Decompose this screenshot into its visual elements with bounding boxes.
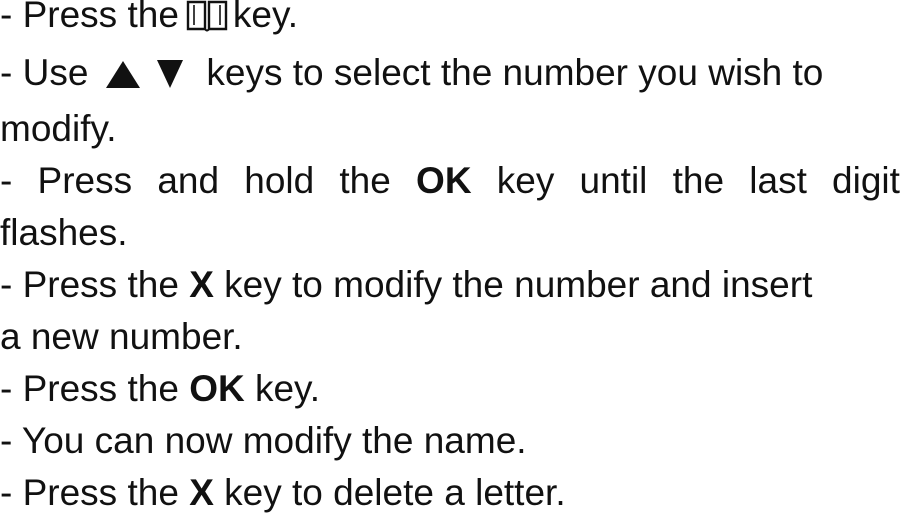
word: Press xyxy=(37,160,133,201)
word: last xyxy=(749,160,807,201)
ok-key-label: OK xyxy=(189,368,245,409)
step-text: - Press the xyxy=(0,368,179,409)
phonebook-key-icon xyxy=(185,0,229,47)
arrow-keys xyxy=(104,47,184,103)
step-continuation: flashes. xyxy=(0,212,128,253)
word: until xyxy=(579,160,648,201)
word: digit xyxy=(832,160,900,201)
step-text: key to delete a letter. xyxy=(224,472,566,513)
step-text: keys to select the number you wish to xyxy=(206,52,824,93)
step-text: - Press the xyxy=(0,264,179,305)
step-press-hold-ok: - Press and hold the OK key until the la… xyxy=(0,155,900,207)
step-continuation: modify. xyxy=(0,108,117,149)
x-key-label: X xyxy=(189,264,214,305)
instruction-list: - Press the key. - Use keys to select the… xyxy=(0,0,904,519)
word: the xyxy=(672,160,725,201)
step-continuation: a new number. xyxy=(0,316,243,357)
x-key-label: X xyxy=(189,472,214,513)
step-text: - Press the xyxy=(0,472,179,513)
word: - xyxy=(0,160,13,201)
word: the xyxy=(339,160,391,201)
step-text: key. xyxy=(254,368,321,409)
down-triangle-icon xyxy=(156,51,184,103)
step-press-ok: - Press the OK key. xyxy=(0,363,904,415)
step-text: - Use xyxy=(0,52,89,93)
word: hold xyxy=(244,160,315,201)
step-text: key to modify the number and insert xyxy=(224,264,813,305)
word: and xyxy=(157,160,220,201)
step-press-phonebook: - Press the key. xyxy=(0,0,904,47)
step-use-arrows: - Use keys to select the number you wish … xyxy=(0,47,904,103)
step-press-x-modify: - Press the X key to modify the number a… xyxy=(0,259,904,311)
step-text: key. xyxy=(232,0,299,35)
step-text: - Press the xyxy=(0,0,179,35)
step-modify-name: - You can now modify the name. xyxy=(0,420,527,461)
ok-key-label: OK xyxy=(416,160,472,201)
up-triangle-icon xyxy=(104,51,142,103)
step-press-x-delete: - Press the X key to delete a letter. xyxy=(0,467,904,519)
word: key xyxy=(496,160,555,201)
